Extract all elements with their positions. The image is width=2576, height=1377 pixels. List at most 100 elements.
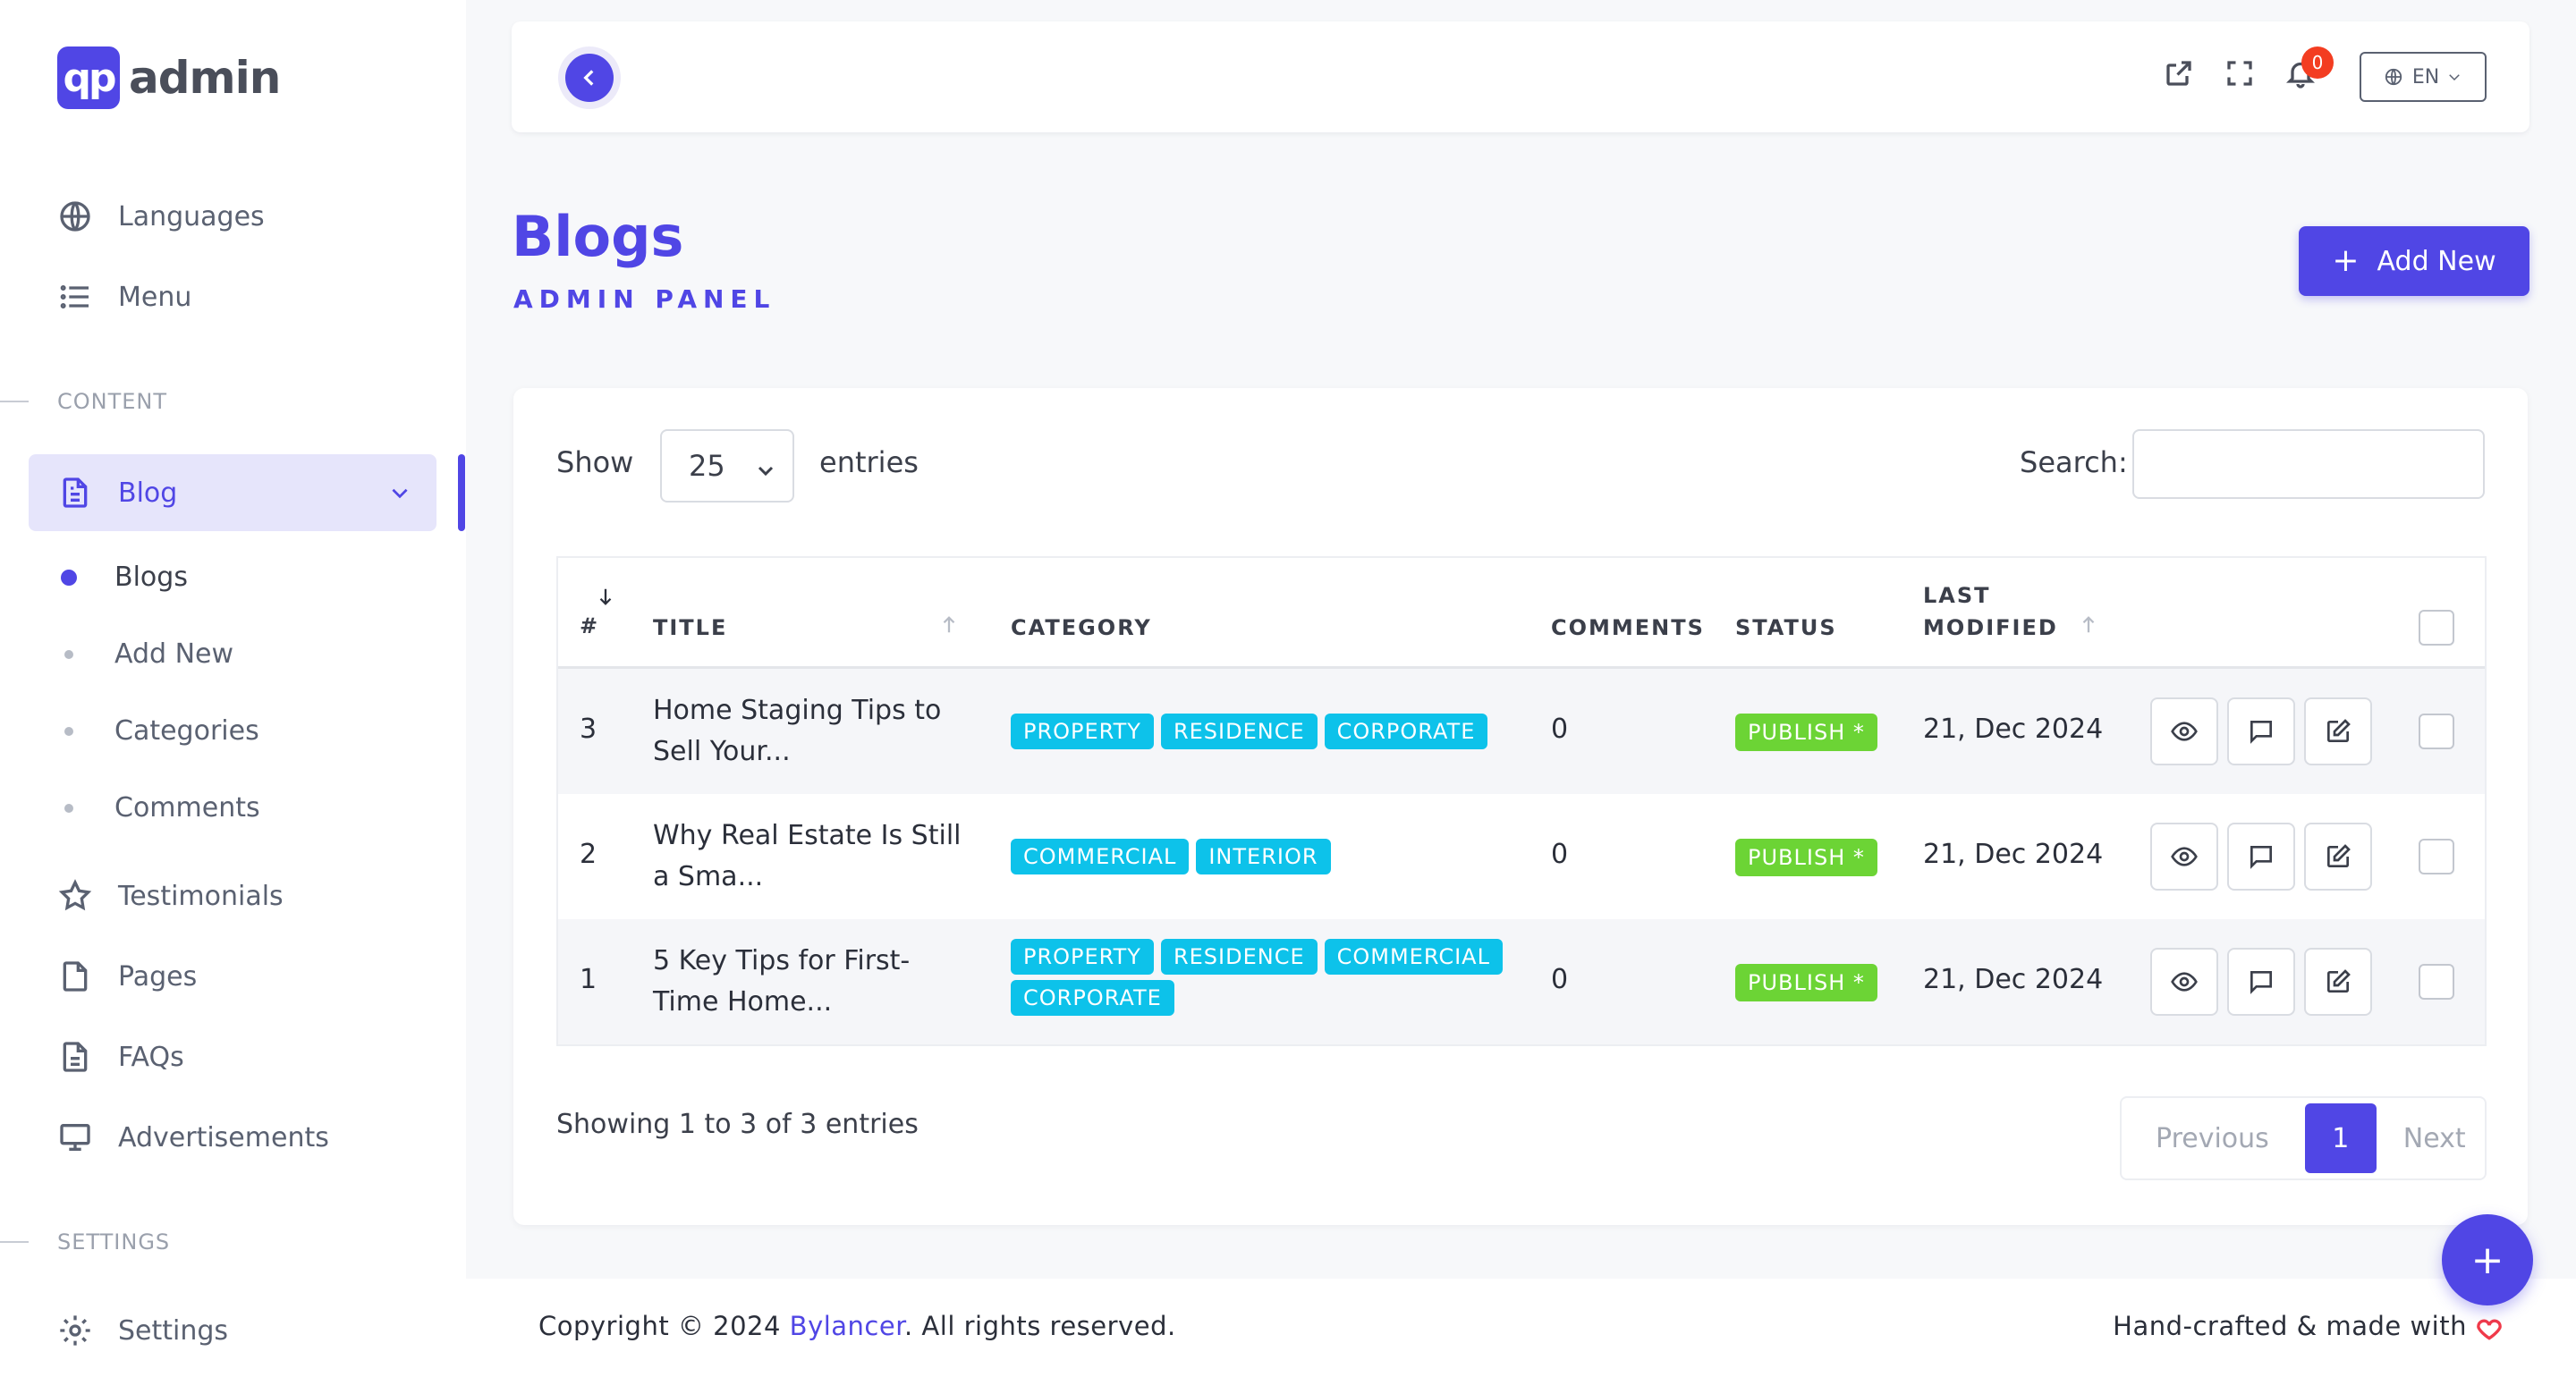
row-checkbox[interactable] xyxy=(2419,964,2454,1000)
language-selector[interactable]: EN xyxy=(2360,52,2487,102)
search-input[interactable] xyxy=(2132,429,2485,499)
category-badge: COMMERCIAL xyxy=(1011,839,1190,874)
sidebar-subitem-blogs[interactable]: Blogs xyxy=(61,562,188,593)
row-title-line: Time Home... xyxy=(653,986,833,1018)
chevron-down-icon xyxy=(2449,74,2460,81)
comments-button[interactable] xyxy=(2227,697,2295,765)
column-header-last[interactable]: LAST xyxy=(1923,583,1991,608)
sidebar-item-label: Advertisements xyxy=(118,1121,329,1153)
copyright-prefix: Copyright © 2024 xyxy=(538,1311,790,1341)
fullscreen-icon[interactable] xyxy=(2224,57,2256,89)
edit-button[interactable] xyxy=(2304,823,2372,891)
row-title[interactable]: 5 Key Tips for First- Time Home... xyxy=(653,941,910,1023)
row-comments: 0 xyxy=(1551,839,1569,870)
sidebar-item-menu[interactable]: Menu xyxy=(57,279,191,315)
edit-icon xyxy=(2327,719,2351,742)
sidebar-item-label: FAQs xyxy=(118,1041,184,1073)
chevron-down-icon xyxy=(392,488,408,499)
sidebar-subitem-label: Add New xyxy=(114,638,234,670)
edit-button[interactable] xyxy=(2304,697,2372,765)
sidebar-subitem-comments[interactable]: Comments xyxy=(64,792,260,824)
row-title-line: 5 Key Tips for First- xyxy=(653,945,911,976)
topbar: 0 EN xyxy=(512,21,2529,132)
edit-icon xyxy=(2327,969,2351,993)
external-link-icon[interactable] xyxy=(2163,57,2195,89)
sidebar-item-blog[interactable]: Blog xyxy=(29,454,436,531)
eye-icon xyxy=(2171,847,2198,866)
page-icon xyxy=(63,961,88,992)
sidebar-item-blog-inner: Blog xyxy=(57,454,177,531)
column-header-id[interactable]: # xyxy=(580,613,599,638)
row-categories: PROPERTY RESIDENCE COMMERCIAL CORPORATE xyxy=(1011,939,1512,1021)
page-subtitle: ADMIN PANEL xyxy=(513,284,776,314)
sidebar-item-label: Menu xyxy=(118,281,192,313)
floating-add-button[interactable]: + xyxy=(2442,1214,2533,1305)
view-button[interactable] xyxy=(2150,948,2218,1016)
blogs-card: Show 25 entries Search: # TITLE CATEGORY… xyxy=(513,388,2528,1225)
view-button[interactable] xyxy=(2150,823,2218,891)
blogs-table: # TITLE CATEGORY COMMENTS STATUS LAST MO… xyxy=(556,556,2487,1046)
table-header: # TITLE CATEGORY COMMENTS STATUS LAST MO… xyxy=(558,558,2485,669)
monitor-icon xyxy=(60,1124,90,1151)
sidebar-item-settings[interactable]: Settings xyxy=(57,1313,228,1348)
category-badge: INTERIOR xyxy=(1196,839,1331,874)
logo-text: admin xyxy=(129,52,281,104)
document-icon xyxy=(63,477,88,508)
star-icon xyxy=(58,879,92,911)
pagination: Previous 1 Next xyxy=(2120,1096,2487,1180)
comment-icon xyxy=(2250,846,2272,869)
comment-icon xyxy=(2250,971,2272,994)
sidebar-item-label: Languages xyxy=(118,200,265,232)
gear-icon xyxy=(60,1315,90,1346)
row-title-line: a Sma... xyxy=(653,861,764,892)
category-badge: COMMERCIAL xyxy=(1324,939,1503,975)
column-header-modified[interactable]: MODIFIED xyxy=(1923,615,2058,640)
category-badge: CORPORATE xyxy=(1011,980,1174,1016)
column-header-title[interactable]: TITLE xyxy=(653,615,727,640)
logo[interactable]: qp admin xyxy=(57,46,281,109)
category-badge: RESIDENCE xyxy=(1160,714,1318,749)
row-comments: 0 xyxy=(1551,964,1569,995)
copyright: Copyright © 2024 Bylancer. All rights re… xyxy=(538,1311,1176,1341)
comment-icon xyxy=(2250,721,2272,744)
column-header-comments: COMMENTS xyxy=(1551,615,1705,640)
pagination-info: Showing 1 to 3 of 3 entries xyxy=(556,1109,919,1140)
add-new-button[interactable]: + Add New xyxy=(2299,226,2529,296)
chevron-down-icon xyxy=(758,466,774,477)
row-comments: 0 xyxy=(1551,714,1569,745)
list-icon xyxy=(60,284,89,309)
comments-button[interactable] xyxy=(2227,948,2295,1016)
row-title[interactable]: Home Staging Tips to Sell Your... xyxy=(653,690,941,773)
sidebar-subitem-categories[interactable]: Categories xyxy=(64,715,259,747)
sidebar-item-languages[interactable]: Languages xyxy=(57,199,265,234)
sidebar-item-faqs[interactable]: FAQs xyxy=(57,1039,184,1075)
footer: Copyright © 2024 Bylancer. All rights re… xyxy=(466,1279,2576,1377)
heart-icon xyxy=(2477,1319,2502,1340)
sidebar-item-advertisements[interactable]: Advertisements xyxy=(57,1119,329,1155)
sidebar-subitem-add-new[interactable]: Add New xyxy=(64,638,233,670)
comments-button[interactable] xyxy=(2227,823,2295,891)
sidebar-item-testimonials[interactable]: Testimonials xyxy=(57,878,284,914)
page-size-select[interactable]: 25 xyxy=(660,429,794,503)
previous-page-button[interactable]: Previous xyxy=(2156,1123,2269,1154)
edit-icon xyxy=(2327,844,2351,867)
table-row: 1 5 Key Tips for First- Time Home... PRO… xyxy=(558,919,2485,1044)
show-label: Show xyxy=(556,445,634,479)
status-badge[interactable]: PUBLISH * xyxy=(1735,964,1877,1001)
row-checkbox[interactable] xyxy=(2419,839,2454,874)
next-page-button[interactable]: Next xyxy=(2403,1123,2466,1154)
sidebar-item-pages[interactable]: Pages xyxy=(57,959,197,994)
row-title[interactable]: Why Real Estate Is Still a Sma... xyxy=(653,815,962,898)
select-all-checkbox[interactable] xyxy=(2419,610,2454,646)
brand-link[interactable]: Bylancer xyxy=(790,1311,904,1341)
notification-badge: 0 xyxy=(2301,46,2334,79)
view-button[interactable] xyxy=(2150,697,2218,765)
row-title-line: Why Real Estate Is Still xyxy=(653,820,962,851)
row-checkbox[interactable] xyxy=(2419,714,2454,749)
status-badge[interactable]: PUBLISH * xyxy=(1735,714,1877,751)
page-number-button[interactable]: 1 xyxy=(2304,1103,2377,1173)
collapse-sidebar-button[interactable] xyxy=(565,54,614,102)
globe-icon xyxy=(2385,68,2402,86)
status-badge[interactable]: PUBLISH * xyxy=(1735,839,1877,876)
edit-button[interactable] xyxy=(2304,948,2372,1016)
